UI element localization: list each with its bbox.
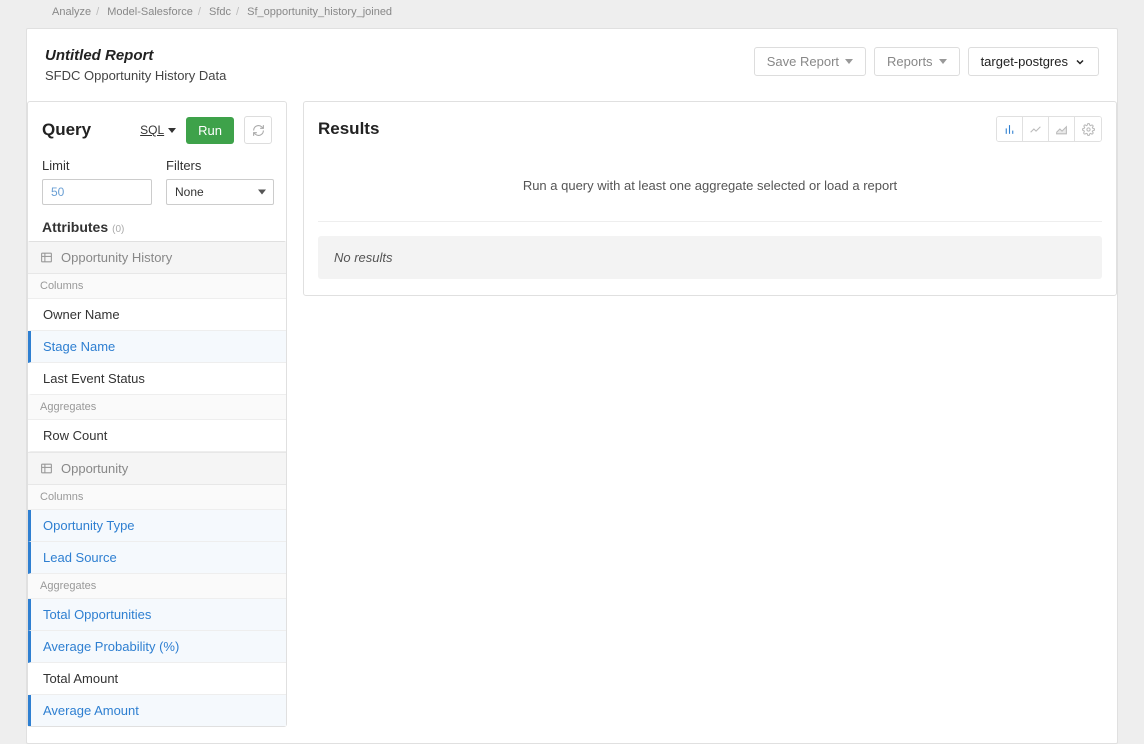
query-panel: Query SQL Run [27, 101, 287, 727]
target-label: target-postgres [981, 54, 1068, 69]
chevron-down-icon [845, 59, 853, 64]
breadcrumb-item[interactable]: Sf_opportunity_history_joined [247, 6, 392, 18]
sql-toggle[interactable]: SQL [140, 123, 176, 137]
chevron-down-icon [939, 59, 947, 64]
run-button[interactable]: Run [186, 117, 234, 144]
reports-button[interactable]: Reports [874, 47, 960, 76]
refresh-button[interactable] [244, 116, 272, 144]
aggregates-subheader: Aggregates [28, 574, 286, 599]
attribute-item[interactable]: Average Probability (%) [28, 631, 286, 663]
attribute-group-header[interactable]: Opportunity [28, 452, 286, 485]
divider [318, 221, 1102, 222]
target-connection-button[interactable]: target-postgres [968, 47, 1099, 76]
attribute-item[interactable]: Total Amount [28, 663, 286, 695]
save-report-button[interactable]: Save Report [754, 47, 866, 76]
save-report-label: Save Report [767, 54, 839, 69]
attribute-item[interactable]: Row Count [28, 420, 286, 452]
attribute-item[interactable]: Stage Name [28, 331, 286, 363]
filters-select[interactable]: None [166, 179, 274, 205]
attribute-item[interactable]: Lead Source [28, 542, 286, 574]
attribute-group-header[interactable]: Opportunity History [28, 242, 286, 274]
attributes-list: Opportunity History Columns Owner Name S… [28, 241, 286, 726]
chevron-down-icon [168, 128, 176, 133]
main-panel: Untitled Report SFDC Opportunity History… [26, 28, 1118, 744]
breadcrumb-item[interactable]: Model-Salesforce [107, 6, 193, 18]
limit-label: Limit [42, 158, 152, 173]
report-subtitle: SFDC Opportunity History Data [45, 68, 226, 83]
group-name: Opportunity History [61, 250, 172, 265]
columns-subheader: Columns [28, 274, 286, 299]
settings-icon[interactable] [1075, 117, 1101, 141]
breadcrumb: Analyze/ Model-Salesforce/ Sfdc/ Sf_oppo… [0, 0, 1144, 24]
area-chart-icon[interactable] [1049, 117, 1075, 141]
refresh-icon [252, 124, 265, 137]
sql-label: SQL [140, 123, 164, 137]
table-icon [40, 462, 53, 475]
breadcrumb-item[interactable]: Sfdc [209, 6, 231, 18]
results-panel: Results [303, 101, 1117, 296]
columns-subheader: Columns [28, 485, 286, 510]
attribute-item[interactable]: Owner Name [28, 299, 286, 331]
attribute-item[interactable]: Average Amount [28, 695, 286, 726]
bar-chart-icon[interactable] [997, 117, 1023, 141]
attribute-item[interactable]: Total Opportunities [28, 599, 286, 631]
no-results-message: No results [318, 236, 1102, 279]
chevron-down-icon [1074, 56, 1086, 68]
attributes-count: (0) [112, 224, 124, 235]
filters-label: Filters [166, 158, 274, 173]
group-name: Opportunity [61, 461, 128, 476]
aggregates-subheader: Aggregates [28, 395, 286, 420]
gear-icon [1082, 123, 1095, 136]
chart-type-toolbar [996, 116, 1102, 142]
results-placeholder: Run a query with at least one aggregate … [318, 160, 1102, 221]
limit-input[interactable] [42, 179, 152, 205]
results-title: Results [318, 119, 379, 139]
reports-label: Reports [887, 54, 933, 69]
table-icon [40, 251, 53, 264]
breadcrumb-item[interactable]: Analyze [52, 6, 91, 18]
query-title: Query [42, 120, 91, 140]
attribute-item[interactable]: Oportunity Type [28, 510, 286, 542]
line-chart-icon[interactable] [1023, 117, 1049, 141]
attribute-item[interactable]: Last Event Status [28, 363, 286, 395]
report-title: Untitled Report [45, 47, 226, 64]
attributes-label: Attributes [42, 219, 108, 235]
